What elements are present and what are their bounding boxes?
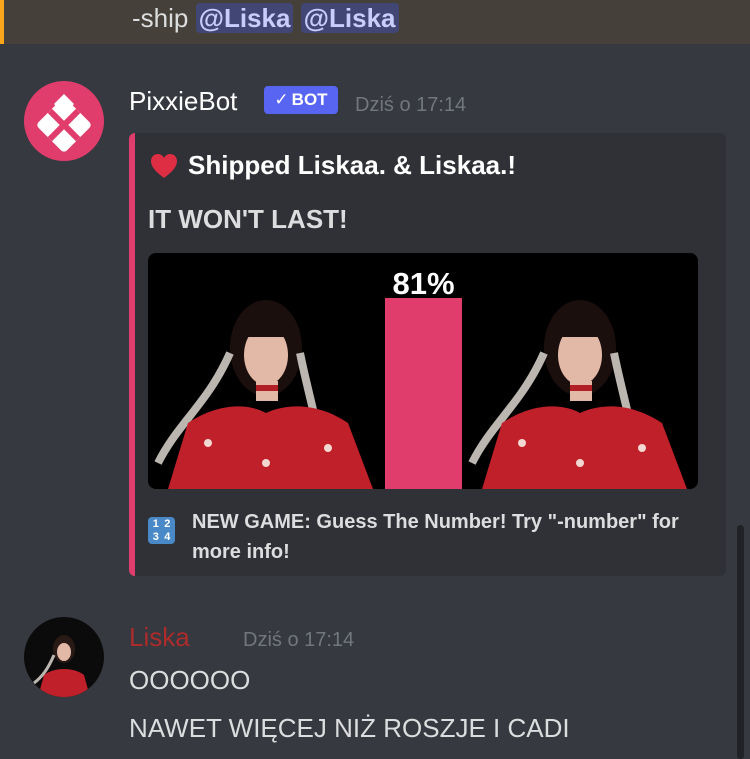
left-photo: [154, 300, 373, 489]
mention-highlighted-message: -ship @Liska @Liska: [0, 0, 750, 44]
message-timestamp[interactable]: Dziś o 17:14: [243, 629, 354, 652]
digit: 4: [164, 530, 171, 543]
bot-badge-label: BOT: [291, 90, 328, 109]
ship-percentage: 81%: [392, 266, 455, 301]
ship-meter-fill: [385, 297, 462, 489]
digit: 1: [152, 518, 159, 530]
bot-username[interactable]: PixxieBot: [129, 86, 237, 117]
command-text: -ship: [132, 3, 189, 33]
numbers-icon: 1 2 3 4: [148, 517, 175, 544]
embed-footer-text: NEW GAME: Guess The Number! Try "-number…: [192, 511, 679, 563]
checkmark-icon: ✓: [274, 90, 289, 109]
message-line: NAWET WIĘCEJ NIŻ ROSZJE I CADI: [129, 713, 570, 743]
embed-description: IT WON'T LAST!: [148, 204, 348, 234]
user-mention[interactable]: @Liska: [300, 3, 399, 33]
bot-badge: ✓ BOT: [264, 86, 338, 114]
bot-avatar[interactable]: [24, 81, 104, 161]
user-avatar-photo: [33, 635, 90, 697]
scrollbar[interactable]: [737, 525, 744, 759]
embed-title-text: Shipped Liskaa. & Liskaa.!: [188, 150, 516, 180]
digit: 2: [164, 518, 171, 530]
embed-title: Shipped Liskaa. & Liskaa.!: [150, 150, 516, 181]
user-avatar[interactable]: [24, 617, 104, 697]
message-timestamp[interactable]: Dziś o 17:14: [355, 94, 466, 117]
message-content: -ship @Liska @Liska: [132, 3, 399, 34]
right-photo: [468, 300, 687, 489]
message-line: OOOOOO: [129, 665, 251, 695]
user-username[interactable]: Liska: [129, 622, 190, 653]
pixxiebot-logo-icon: [37, 94, 91, 152]
user-mention[interactable]: @Liska: [195, 3, 294, 33]
digit: 3: [152, 530, 159, 543]
heart-icon: [151, 153, 177, 178]
